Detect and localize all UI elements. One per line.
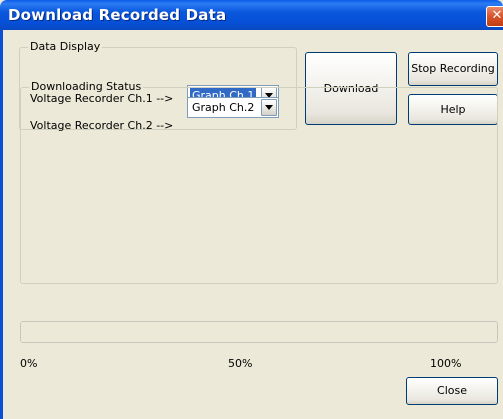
progress-label-0: 0% (20, 357, 38, 370)
progress-track (21, 322, 497, 342)
downloading-status-group: Downloading Status (20, 80, 498, 284)
downloading-status-label: Downloading Status (29, 80, 144, 94)
data-display-group-label: Data Display (28, 40, 103, 54)
window-frame-left (0, 30, 3, 419)
window-title: Download Recorded Data (8, 6, 227, 24)
progress-label-100: 100% (430, 357, 462, 370)
stop-recording-button-label: Stop Recording (411, 62, 495, 75)
download-progress-bar (20, 321, 498, 343)
title-close-button[interactable]: ✕ (486, 6, 503, 27)
close-button-label: Close (437, 384, 467, 397)
close-button[interactable]: Close (406, 377, 498, 405)
title-bar: Download Recorded Data ✕ (0, 0, 503, 30)
download-recorded-data-dialog: Download Recorded Data ✕ Data Display Vo… (0, 0, 503, 419)
progress-label-50: 50% (228, 357, 253, 370)
close-icon: ✕ (491, 8, 503, 23)
stop-recording-button[interactable]: Stop Recording (408, 52, 498, 86)
